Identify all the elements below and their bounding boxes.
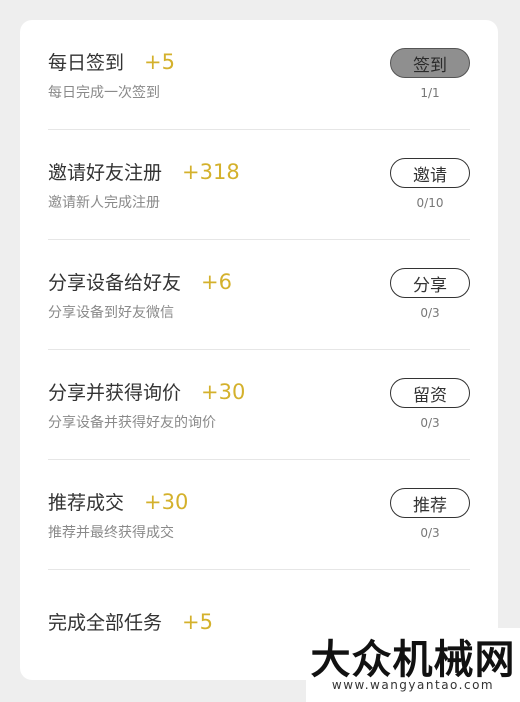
task-progress: 0/3 bbox=[420, 416, 440, 430]
task-title: 邀请好友注册 bbox=[48, 162, 163, 184]
recommend-button[interactable]: 推荐 bbox=[390, 488, 470, 518]
task-title: 推荐成交 bbox=[48, 492, 125, 514]
task-title: 每日签到 bbox=[48, 52, 125, 74]
task-points: +30 bbox=[144, 490, 189, 514]
task-row-recommend-deal: 推荐成交 +30 推荐并最终获得成交 推荐 0/3 bbox=[48, 460, 470, 570]
task-description: 分享设备并获得好友的询价 bbox=[48, 415, 216, 431]
task-row-daily-checkin: 每日签到 +5 每日完成一次签到 签到 1/1 bbox=[48, 20, 470, 130]
invite-button[interactable]: 邀请 bbox=[390, 158, 470, 188]
task-description: 每日完成一次签到 bbox=[48, 85, 160, 101]
task-card: 每日签到 +5 每日完成一次签到 签到 1/1 邀请好友注册 +318 邀请新人… bbox=[20, 20, 498, 680]
task-points: +5 bbox=[182, 610, 213, 634]
task-points: +5 bbox=[144, 50, 175, 74]
task-title: 分享设备给好友 bbox=[48, 272, 182, 294]
task-description: 邀请新人完成注册 bbox=[48, 195, 160, 211]
task-progress: 1/1 bbox=[420, 86, 440, 100]
share-button[interactable]: 分享 bbox=[390, 268, 470, 298]
task-progress: 0/10 bbox=[416, 196, 444, 210]
task-points: +318 bbox=[182, 160, 240, 184]
task-row-invite-friends: 邀请好友注册 +318 邀请新人完成注册 邀请 0/10 bbox=[48, 130, 470, 240]
task-points: +30 bbox=[201, 380, 246, 404]
task-title: 完成全部任务 bbox=[48, 612, 163, 634]
divider bbox=[48, 569, 470, 570]
task-row-share-device: 分享设备给好友 +6 分享设备到好友微信 分享 0/3 bbox=[48, 240, 470, 350]
task-description: 分享设备到好友微信 bbox=[48, 305, 174, 321]
watermark-logo-text: 大众机械网 bbox=[310, 636, 516, 683]
task-row-share-inquiry: 分享并获得询价 +30 分享设备并获得好友的询价 留资 0/3 bbox=[48, 350, 470, 460]
task-progress: 0/3 bbox=[420, 526, 440, 540]
watermark-url: www.wangyantao.com bbox=[331, 678, 495, 692]
checkin-button[interactable]: 签到 bbox=[390, 48, 470, 78]
task-progress: 0/3 bbox=[420, 306, 440, 320]
leave-info-button[interactable]: 留资 bbox=[390, 378, 470, 408]
task-description: 推荐并最终获得成交 bbox=[48, 525, 174, 541]
task-title: 分享并获得询价 bbox=[48, 382, 182, 404]
task-points: +6 bbox=[201, 270, 232, 294]
